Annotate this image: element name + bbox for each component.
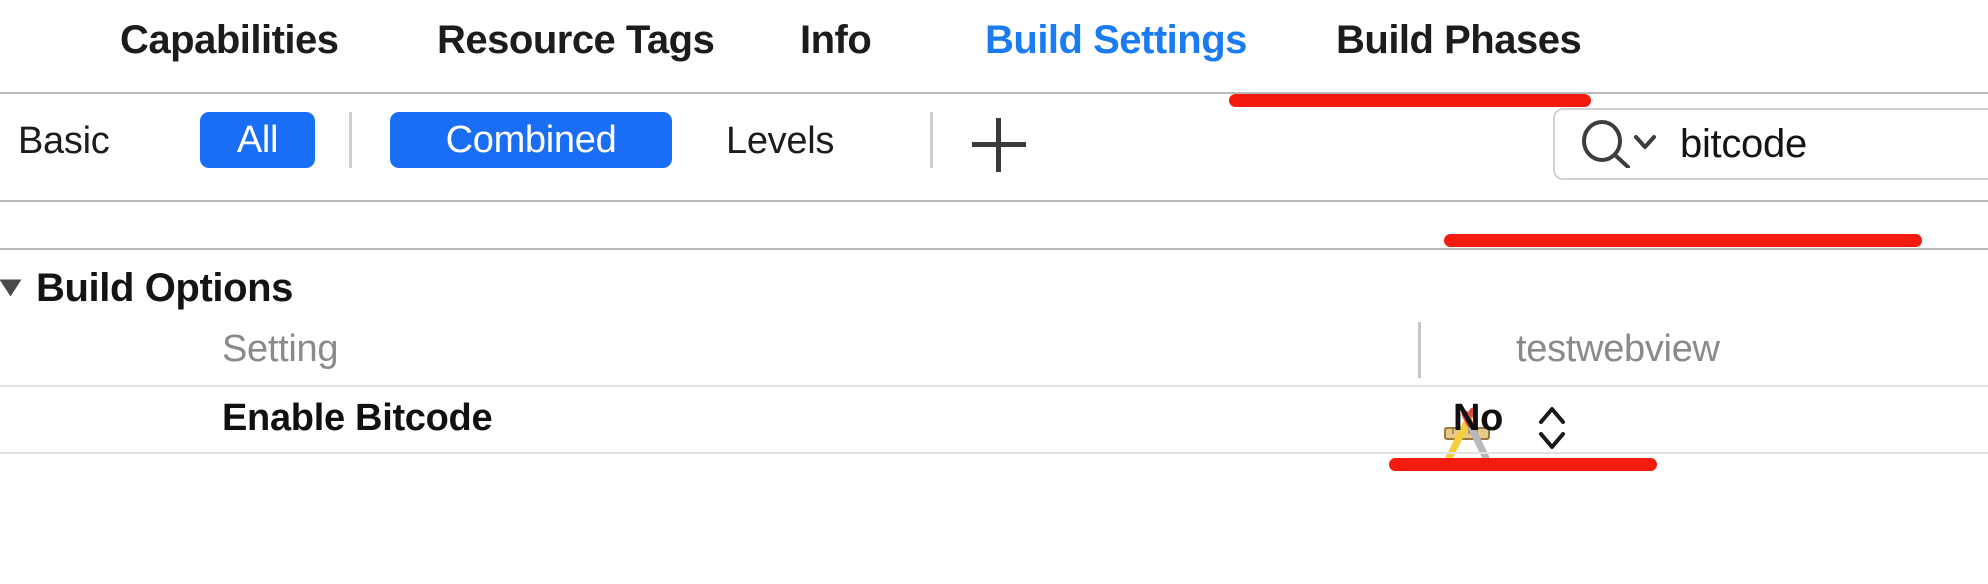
tab-build-phases[interactable]: Build Phases <box>1336 16 1582 64</box>
search-input-value[interactable]: bitcode <box>1680 118 1807 170</box>
search-icon[interactable] <box>1578 120 1658 169</box>
plus-icon[interactable] <box>972 118 1026 172</box>
filter-all-button[interactable]: All <box>200 112 315 168</box>
build-options-group-title[interactable]: Build Options <box>36 263 293 313</box>
xcode-build-settings-pane: Capabilities Resource Tags Info Build Se… <box>0 0 1988 584</box>
column-separator <box>1418 322 1421 378</box>
tab-capabilities[interactable]: Capabilities <box>120 16 339 64</box>
tab-resource-tags[interactable]: Resource Tags <box>437 16 715 64</box>
settings-row-divider <box>0 452 1988 454</box>
setting-name-enable-bitcode[interactable]: Enable Bitcode <box>222 394 493 442</box>
up-down-chevron-icon[interactable] <box>1537 400 1567 456</box>
underline-enable-bitcode-value <box>1389 458 1657 471</box>
underline-search-field <box>1444 234 1922 247</box>
column-header-target: testwebview <box>1516 328 1720 370</box>
setting-value-enable-bitcode[interactable]: No <box>1453 394 1503 442</box>
settings-top-divider <box>0 248 1988 250</box>
filter-levels-button[interactable]: Levels <box>726 118 834 164</box>
filter-basic-button[interactable]: Basic <box>18 118 110 164</box>
filter-divider-2 <box>930 112 933 168</box>
tab-build-settings[interactable]: Build Settings <box>985 16 1247 64</box>
project-editor-tab-bar: Capabilities Resource Tags Info Build Se… <box>0 0 1988 92</box>
tab-info[interactable]: Info <box>800 16 872 64</box>
settings-header-divider <box>0 385 1988 387</box>
filterbar-divider <box>0 200 1988 202</box>
filter-divider-1 <box>349 112 352 168</box>
filter-combined-button[interactable]: Combined <box>390 112 672 168</box>
triangle-down-icon[interactable] <box>0 279 22 297</box>
column-header-setting: Setting <box>222 328 339 370</box>
